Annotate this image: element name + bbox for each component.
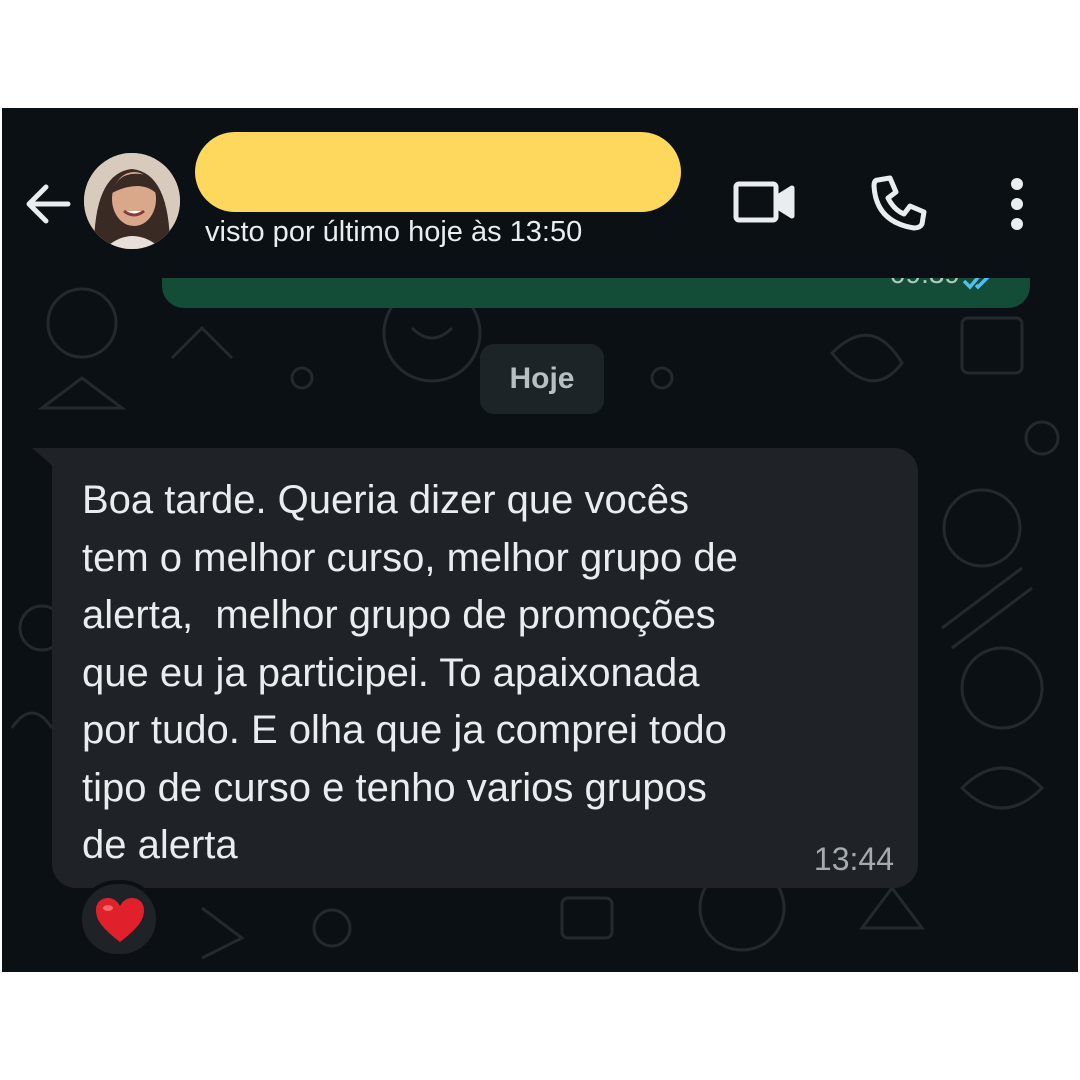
date-divider: Hoje [480, 344, 604, 414]
contact-name-redaction[interactable] [195, 132, 681, 212]
message-text: Boa tarde. Queria dizer que vocês tem o … [82, 478, 738, 867]
message-reaction[interactable] [78, 880, 160, 958]
arrow-left-icon[interactable] [22, 178, 74, 230]
phone-icon[interactable] [870, 174, 928, 232]
last-seen-status: visto por último hoje às 13:50 [205, 216, 583, 248]
chat-screen: visto por último hoje às 13:50 09:39 Hoj… [2, 108, 1078, 972]
contact-avatar[interactable] [84, 153, 180, 249]
message-time: 13:44 [813, 841, 894, 877]
video-camera-icon[interactable] [732, 178, 796, 226]
chat-header: visto por último hoje às 13:50 [2, 108, 1078, 278]
incoming-message-bubble[interactable]: Boa tarde. Queria dizer que vocês tem o … [52, 448, 918, 888]
red-heart-icon [96, 898, 144, 942]
more-vertical-icon[interactable] [1002, 176, 1032, 232]
